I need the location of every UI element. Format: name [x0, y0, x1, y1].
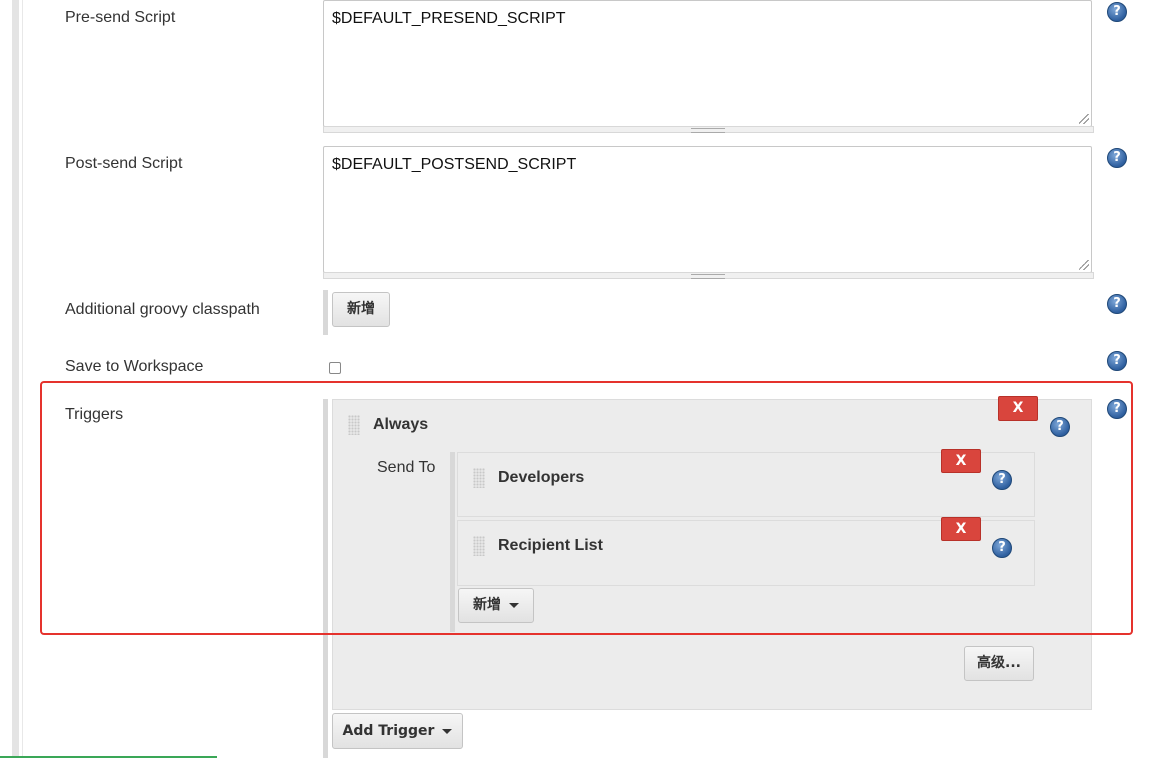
drag-handle-icon[interactable] [473, 536, 485, 556]
recipient-list-delete-button[interactable]: X [941, 517, 981, 541]
add-recipient-label: 新增 [473, 597, 501, 613]
recipient-developers-delete-button[interactable]: X [941, 449, 981, 473]
presend-script-value: $DEFAULT_PRESEND_SCRIPT [332, 10, 566, 27]
recipient-developers-help-icon[interactable]: ? [992, 470, 1012, 490]
classpath-label: Additional groovy classpath [65, 301, 260, 318]
resize-corner-icon[interactable] [1079, 114, 1089, 124]
recipient-list-title: Recipient List [498, 537, 603, 554]
postsend-resize-grip[interactable] [323, 272, 1094, 279]
presend-script-textarea[interactable]: $DEFAULT_PRESEND_SCRIPT [323, 0, 1092, 127]
save-workspace-help-icon[interactable]: ? [1107, 351, 1127, 371]
triggers-label: Triggers [65, 406, 124, 423]
left-divider [22, 0, 23, 758]
presend-script-label: Pre-send Script [65, 9, 176, 26]
triggers-help-icon[interactable]: ? [1107, 399, 1127, 419]
save-workspace-label: Save to Workspace [65, 358, 204, 375]
send-to-label: Send To [377, 459, 436, 476]
trigger-always-title: Always [373, 416, 429, 433]
add-trigger-label: Add Trigger [342, 723, 435, 739]
save-workspace-checkbox[interactable] [329, 362, 341, 374]
advanced-button[interactable]: 高级... [964, 646, 1034, 681]
recipient-developers-title: Developers [498, 469, 585, 486]
add-recipient-dropdown-button[interactable]: 新增 [458, 588, 534, 623]
postsend-script-label: Post-send Script [65, 155, 183, 172]
trigger-always-delete-button[interactable]: X [998, 396, 1038, 421]
postsend-script-value: $DEFAULT_POSTSEND_SCRIPT [332, 156, 577, 173]
left-gutter [12, 0, 19, 758]
triggers-bar [323, 399, 328, 758]
postsend-script-textarea[interactable]: $DEFAULT_POSTSEND_SCRIPT [323, 146, 1092, 273]
drag-handle-icon[interactable] [348, 415, 360, 435]
classpath-bar [323, 290, 328, 335]
classpath-add-button[interactable]: 新增 [332, 292, 390, 327]
caret-down-icon [442, 728, 453, 734]
resize-corner-icon[interactable] [1079, 260, 1089, 270]
caret-down-icon [509, 602, 519, 608]
add-trigger-dropdown-button[interactable]: Add Trigger [332, 713, 463, 749]
presend-resize-grip[interactable] [323, 126, 1094, 133]
recipient-list-help-icon[interactable]: ? [992, 538, 1012, 558]
drag-handle-icon[interactable] [473, 468, 485, 488]
trigger-always-help-icon[interactable]: ? [1050, 417, 1070, 437]
presend-help-icon[interactable]: ? [1107, 2, 1127, 22]
classpath-help-icon[interactable]: ? [1107, 294, 1127, 314]
send-to-bar [450, 452, 455, 632]
postsend-help-icon[interactable]: ? [1107, 148, 1127, 168]
